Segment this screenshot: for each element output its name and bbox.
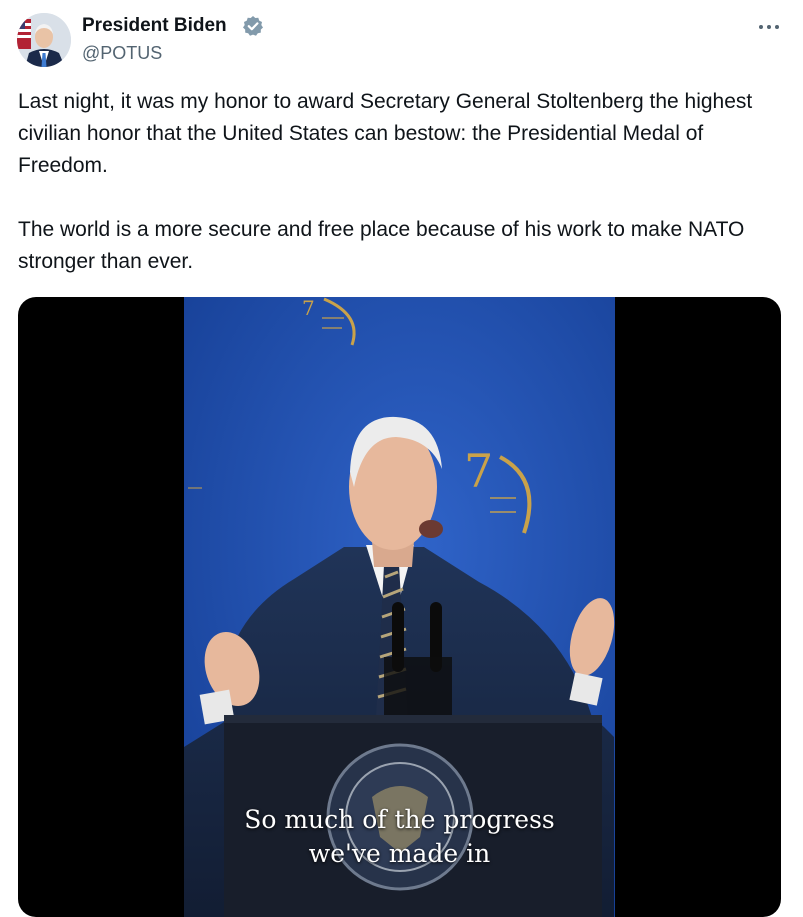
tweet-text: Last night, it was my honor to award Sec… (18, 86, 788, 278)
author-avatar[interactable] (17, 13, 71, 67)
author-display-name[interactable]: President Biden (82, 14, 227, 38)
svg-text:7: 7 (464, 444, 493, 498)
svg-text:7: 7 (302, 297, 315, 320)
video-caption-line: we've made in (308, 839, 491, 868)
tweet-paragraph: Last night, it was my honor to award Sec… (18, 90, 753, 177)
video-player[interactable]: 7 7 So much of the progress we've made i… (18, 297, 781, 917)
verified-badge-icon (242, 15, 264, 37)
video-frame: 7 7 So much of the progress we've made i… (184, 297, 615, 917)
author-handle[interactable]: @POTUS (82, 41, 162, 65)
video-caption-line: So much of the progress (244, 805, 555, 834)
more-options-icon[interactable] (752, 14, 786, 40)
tweet-card: President Biden @POTUS Last night, it wa… (0, 0, 803, 917)
tweet-paragraph: The world is a more secure and free plac… (18, 218, 745, 273)
